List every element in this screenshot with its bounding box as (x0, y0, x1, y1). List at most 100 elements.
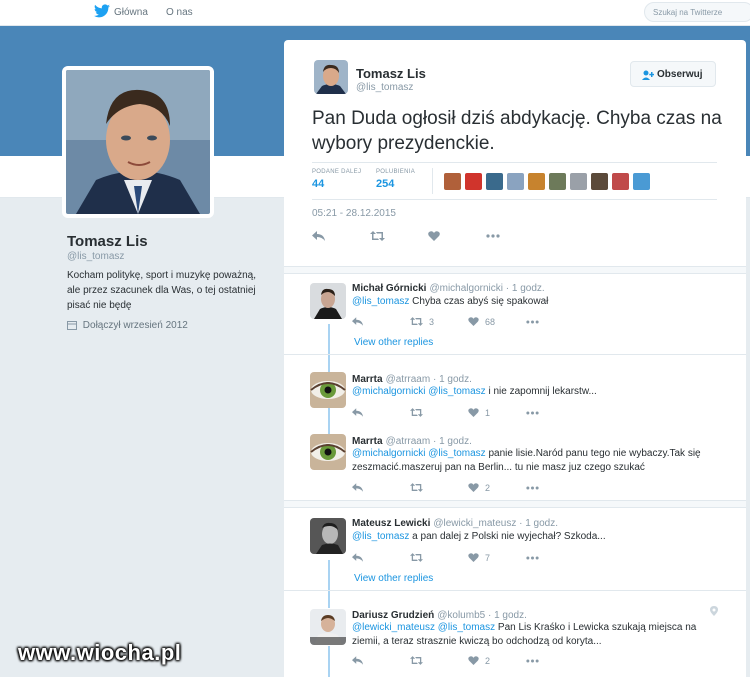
reply-mentions[interactable]: @michalgornicki @lis_tomasz (352, 386, 486, 397)
more-icon[interactable] (526, 655, 539, 665)
tweet-author-name[interactable]: Tomasz Lis (356, 66, 426, 81)
reply-author-name[interactable]: Dariusz Grudzień (352, 610, 434, 621)
reply-avatar[interactable] (310, 434, 346, 470)
reply-time[interactable]: · 1 godz. (433, 436, 472, 447)
reply-mentions[interactable]: @lis_tomasz (352, 531, 409, 542)
more-icon[interactable] (526, 552, 539, 562)
reply-mentions[interactable]: @michalgornicki @lis_tomasz (352, 448, 486, 459)
liker-avatar[interactable] (612, 173, 629, 190)
reply-author-name[interactable]: Marrta (352, 436, 383, 447)
reply-icon[interactable] (352, 482, 363, 492)
profile-handle: @lis_tomasz (67, 251, 125, 262)
reply-time[interactable]: · 1 godz. (433, 374, 472, 385)
reply-author-handle[interactable]: @lewicki_mateusz (433, 518, 516, 529)
liker-avatar[interactable] (549, 173, 566, 190)
profile-avatar[interactable] (62, 66, 214, 218)
follow-label: Obserwuj (657, 69, 703, 80)
reply-author-name[interactable]: Michał Górnicki (352, 283, 426, 294)
main-tweet: Tomasz Lis @lis_tomasz Obserwuj Pan Duda… (284, 40, 746, 264)
reply-body-continued: zeszmacić.maszeruj pan na Berlin... tu n… (352, 462, 645, 473)
liker-avatar[interactable] (444, 173, 461, 190)
location-pin-icon (710, 606, 718, 616)
like-icon[interactable]: 68 (468, 316, 495, 327)
previous-tweet-arrow-icon[interactable]: ‹ (258, 181, 264, 202)
reply-body: Chyba czas abyś się spakował (409, 296, 549, 307)
tweet-author-avatar[interactable] (314, 60, 348, 94)
reply-text: @lis_tomasz a pan dalej z Polski nie wyj… (352, 530, 722, 544)
separator (284, 500, 746, 508)
reply-mentions[interactable]: @lewicki_mateusz @lis_tomasz (352, 622, 495, 633)
search-input[interactable]: Szukaj na Twitterze (644, 2, 750, 22)
reply-like-count: 7 (485, 552, 491, 563)
retweet-icon[interactable]: 3 (410, 316, 434, 327)
liker-avatar[interactable] (528, 173, 545, 190)
reply-avatar[interactable] (310, 283, 346, 319)
reply-actions: 7 (352, 552, 572, 566)
view-other-replies-link[interactable]: View other replies (354, 573, 433, 584)
profile-name: Tomasz Lis (67, 233, 148, 250)
reply-actions: 3 68 (352, 316, 572, 330)
reply-icon[interactable] (312, 230, 325, 241)
profile-photo (66, 70, 210, 214)
reply-author-handle[interactable]: @kolumb5 (437, 610, 485, 621)
retweet-icon[interactable] (370, 230, 385, 241)
reply-avatar[interactable] (310, 609, 346, 645)
more-icon[interactable] (486, 230, 500, 240)
reply-like-count: 1 (485, 407, 491, 418)
liker-avatar[interactable] (465, 173, 482, 190)
reply-icon[interactable] (352, 316, 363, 326)
nav-about-link[interactable]: O nas (166, 7, 193, 18)
thread-line (328, 408, 330, 434)
like-icon[interactable]: 1 (468, 407, 490, 418)
reply-avatar[interactable] (310, 518, 346, 554)
liker-avatar[interactable] (486, 173, 503, 190)
liker-avatar[interactable] (633, 173, 650, 190)
reply-mentions[interactable]: @lis_tomasz (352, 296, 409, 307)
reply-author-handle[interactable]: @atrraam (386, 374, 431, 385)
more-icon[interactable] (526, 316, 539, 326)
thread-line (328, 324, 330, 372)
more-icon[interactable] (526, 482, 539, 492)
like-icon[interactable]: 7 (468, 552, 490, 563)
reply-author-handle[interactable]: @atrraam (386, 436, 431, 447)
retweet-icon[interactable] (410, 407, 423, 417)
reply-text: @michalgornicki @lis_tomasz panie lisie.… (352, 447, 722, 475)
follow-button[interactable]: Obserwuj (630, 61, 716, 87)
tweet-date[interactable]: 05:21 - 28.12.2015 (312, 208, 396, 219)
reply-retweet-count: 3 (429, 316, 435, 327)
calendar-icon (67, 321, 77, 330)
tweet-actions (312, 230, 512, 246)
reply-header: Marrta @atrraam · 1 godz. (352, 374, 472, 385)
tweet-permalink-modal: Tomasz Lis @lis_tomasz Obserwuj Pan Duda… (284, 40, 746, 677)
like-icon[interactable]: 2 (468, 482, 490, 493)
more-icon[interactable] (526, 407, 539, 417)
liker-avatar[interactable] (507, 173, 524, 190)
like-icon[interactable] (428, 230, 440, 241)
retweet-icon[interactable] (410, 552, 423, 562)
likes-stat[interactable]: POLUBIENIA 254 (376, 169, 415, 190)
liker-avatar[interactable] (591, 173, 608, 190)
reply-icon[interactable] (352, 552, 363, 562)
reply-icon[interactable] (352, 407, 363, 417)
tweet-author-handle[interactable]: @lis_tomasz (356, 82, 413, 93)
retweet-icon[interactable] (410, 482, 423, 492)
reply-time[interactable]: · 1 godz. (488, 610, 527, 621)
liker-avatar[interactable] (570, 173, 587, 190)
reply-author-name[interactable]: Mateusz Lewicki (352, 518, 430, 529)
retweet-icon[interactable] (410, 655, 423, 665)
reply-icon[interactable] (352, 655, 363, 665)
view-other-replies-link[interactable]: View other replies (354, 337, 433, 348)
reply-avatar[interactable] (310, 372, 346, 408)
stat-divider (432, 168, 433, 194)
reply-time[interactable]: · 1 godz. (519, 518, 558, 529)
likes-label: POLUBIENIA (376, 169, 416, 175)
reply-text: @michalgornicki @lis_tomasz i nie zapomn… (352, 385, 722, 399)
like-icon[interactable]: 2 (468, 655, 490, 666)
profile-joined: Dołączył wrzesień 2012 (67, 320, 188, 331)
retweet-stat[interactable]: PODANE DALEJ 44 (312, 169, 361, 190)
reply-time[interactable]: · 1 godz. (506, 283, 545, 294)
reply-author-name[interactable]: Marrta (352, 374, 383, 385)
reply-author-handle[interactable]: @michalgornicki (429, 283, 503, 294)
twitter-bird-icon[interactable] (94, 4, 110, 18)
nav-home-link[interactable]: Główna (114, 7, 148, 18)
